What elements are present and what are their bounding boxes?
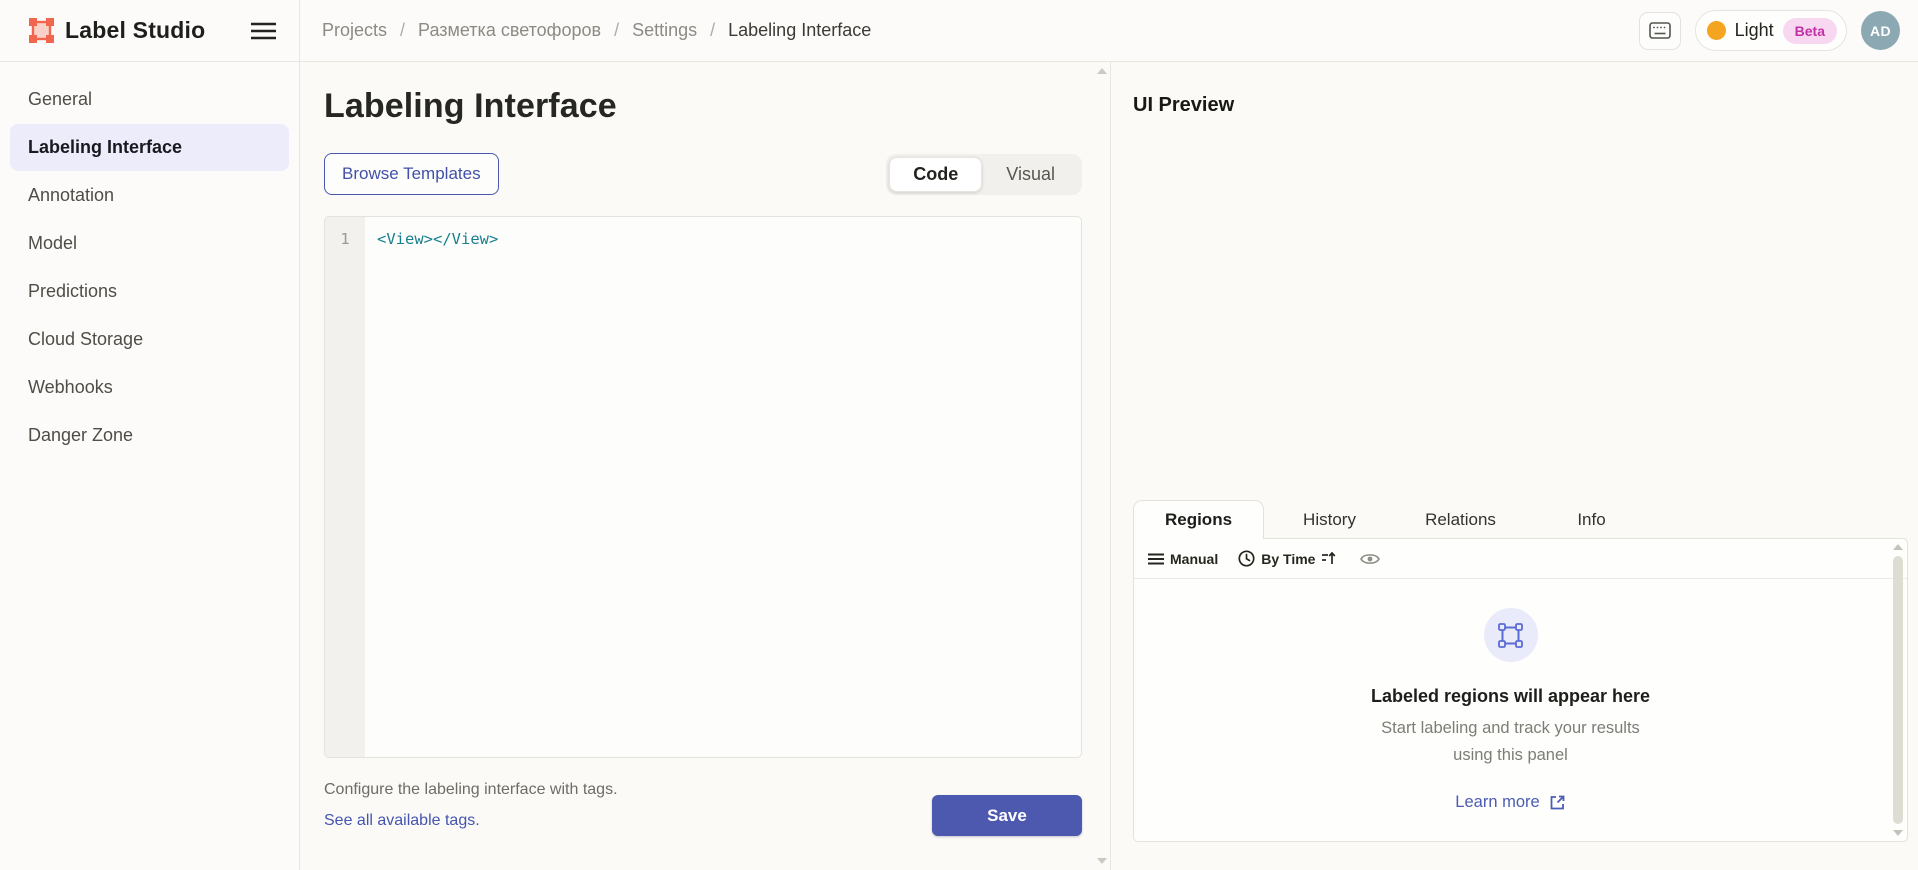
preview-tabs: Regions History Relations Info <box>1133 500 1657 539</box>
scroll-down-arrow-icon[interactable] <box>1097 858 1107 864</box>
keyboard-icon <box>1649 22 1671 39</box>
breadcrumb-project-name[interactable]: Разметка светофоров <box>418 20 601 41</box>
group-by-manual-button[interactable]: Manual <box>1148 551 1218 567</box>
empty-state-title: Labeled regions will appear here <box>1371 686 1650 707</box>
regions-toolbar: Manual By Time <box>1134 539 1907 579</box>
tab-regions[interactable]: Regions <box>1133 500 1264 539</box>
logo-area: Label Studio <box>0 0 300 61</box>
toggle-visual[interactable]: Visual <box>982 157 1079 192</box>
main-scrollbar[interactable] <box>1094 62 1110 870</box>
sidebar-item-webhooks[interactable]: Webhooks <box>10 364 289 411</box>
editor-line-number: 1 <box>325 230 365 248</box>
footer-hints: Configure the labeling interface with ta… <box>324 774 618 836</box>
external-link-icon <box>1549 794 1566 811</box>
sort-by-time-button[interactable]: By Time <box>1238 550 1336 567</box>
breadcrumb-separator: / <box>400 20 405 41</box>
sidebar-item-predictions[interactable]: Predictions <box>10 268 289 315</box>
main-content: Labeling Interface Browse Templates Code… <box>300 62 1094 870</box>
empty-state-subtitle: Start labeling and track your results us… <box>1381 715 1640 769</box>
settings-sidebar: General Labeling Interface Annotation Mo… <box>0 62 300 870</box>
regions-panel: Manual By Time <box>1133 538 1908 842</box>
learn-more-label: Learn more <box>1455 793 1539 812</box>
regions-scroll-up-icon[interactable] <box>1893 544 1903 550</box>
menu-toggle-button[interactable] <box>250 21 277 41</box>
tab-history[interactable]: History <box>1264 500 1395 539</box>
bounding-box-icon <box>1498 623 1523 648</box>
see-all-tags-link[interactable]: See all available tags. <box>324 805 480 836</box>
theme-toggle[interactable]: Light Beta <box>1695 10 1847 51</box>
eye-icon <box>1360 552 1380 566</box>
breadcrumb-projects[interactable]: Projects <box>322 20 387 41</box>
regions-scrollbar[interactable] <box>1891 542 1905 838</box>
toggle-visibility-button[interactable] <box>1360 552 1380 566</box>
breadcrumb-separator: / <box>710 20 715 41</box>
ui-preview-title: UI Preview <box>1133 94 1918 117</box>
regions-scroll-down-icon[interactable] <box>1893 830 1903 836</box>
sort-order-icon <box>1321 551 1336 566</box>
group-by-label: Manual <box>1170 551 1218 567</box>
tab-info[interactable]: Info <box>1526 500 1657 539</box>
sort-by-label: By Time <box>1261 551 1315 567</box>
toggle-code[interactable]: Code <box>889 157 982 192</box>
sidebar-item-general[interactable]: General <box>10 76 289 123</box>
group-list-icon <box>1148 553 1164 565</box>
breadcrumb-labeling-interface[interactable]: Labeling Interface <box>728 20 871 41</box>
editor-gutter: 1 <box>325 217 365 757</box>
labeling-config-editor[interactable]: 1 <View></View> <box>324 216 1082 758</box>
sidebar-item-annotation[interactable]: Annotation <box>10 172 289 219</box>
sidebar-item-labeling-interface[interactable]: Labeling Interface <box>10 124 289 171</box>
app-root: Label Studio Projects / Разметка светофо… <box>0 0 1918 870</box>
clock-icon <box>1238 550 1255 567</box>
regions-empty-state: Labeled regions will appear here Start l… <box>1134 580 1887 841</box>
configure-hint-text: Configure the labeling interface with ta… <box>324 774 618 805</box>
empty-state-subtitle-line1: Start labeling and track your results <box>1381 715 1640 742</box>
breadcrumb-separator: / <box>614 20 619 41</box>
empty-state-circle <box>1484 608 1538 662</box>
main-toolbar: Browse Templates Code Visual <box>324 153 1082 195</box>
topbar: Label Studio Projects / Разметка светофо… <box>0 0 1918 62</box>
label-studio-logo-icon <box>28 17 55 44</box>
app-title: Label Studio <box>65 17 205 44</box>
breadcrumb-settings[interactable]: Settings <box>632 20 697 41</box>
code-visual-toggle: Code Visual <box>886 154 1082 195</box>
breadcrumb: Projects / Разметка светофоров / Setting… <box>300 0 871 61</box>
main-footer: Configure the labeling interface with ta… <box>324 774 1082 836</box>
save-button[interactable]: Save <box>932 795 1082 836</box>
sidebar-item-cloud-storage[interactable]: Cloud Storage <box>10 316 289 363</box>
beta-badge: Beta <box>1783 18 1837 44</box>
browse-templates-button[interactable]: Browse Templates <box>324 153 499 195</box>
sidebar-item-model[interactable]: Model <box>10 220 289 267</box>
tab-relations[interactable]: Relations <box>1395 500 1526 539</box>
editor-code[interactable]: <View></View> <box>365 217 1081 757</box>
regions-scroll-thumb[interactable] <box>1893 556 1903 824</box>
theme-label: Light <box>1735 20 1774 41</box>
ui-preview-panel: UI Preview Regions History Relations Inf… <box>1110 62 1918 870</box>
learn-more-link[interactable]: Learn more <box>1455 793 1565 812</box>
sidebar-item-danger-zone[interactable]: Danger Zone <box>10 412 289 459</box>
scroll-up-arrow-icon[interactable] <box>1097 68 1107 74</box>
user-avatar[interactable]: AD <box>1861 11 1900 50</box>
page-title: Labeling Interface <box>324 87 1082 126</box>
keyboard-shortcuts-button[interactable] <box>1639 12 1681 50</box>
theme-color-dot <box>1707 21 1726 40</box>
empty-state-subtitle-line2: using this panel <box>1381 742 1640 769</box>
topbar-right: Light Beta AD <box>1639 0 1918 61</box>
